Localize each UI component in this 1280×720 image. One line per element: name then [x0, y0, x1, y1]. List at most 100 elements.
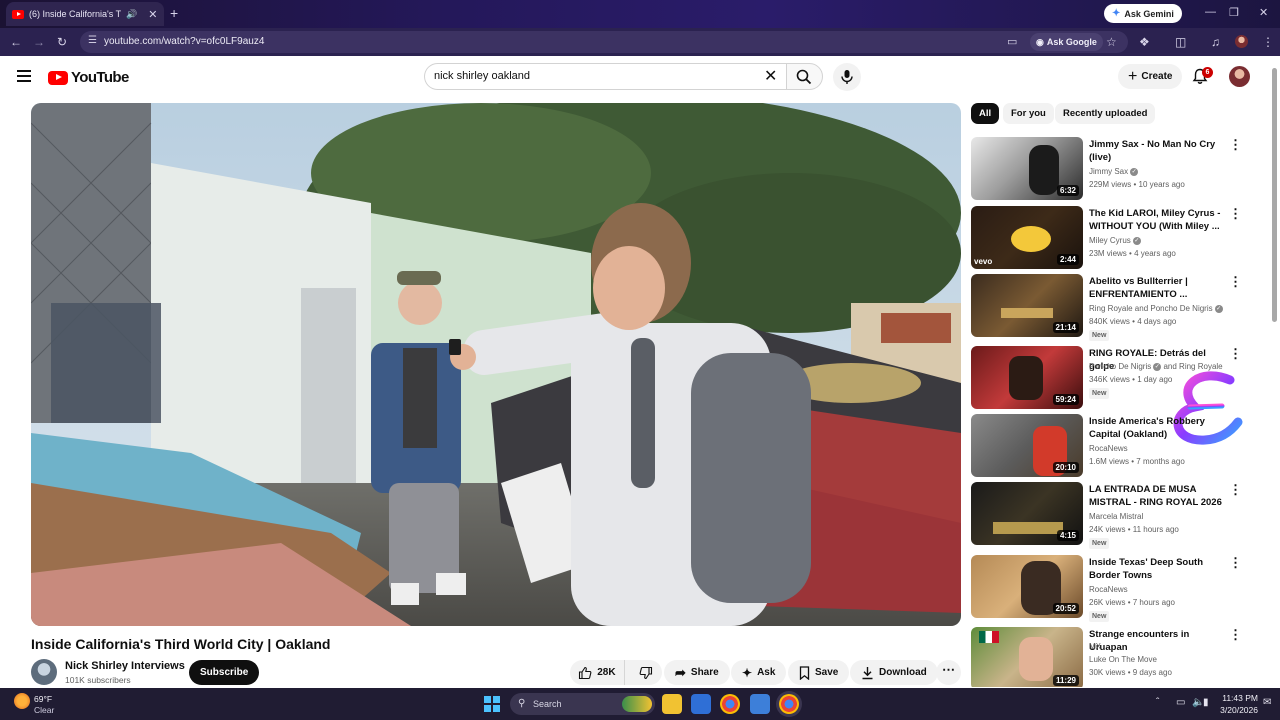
reload-icon[interactable]: ↻ — [57, 34, 67, 50]
download-button[interactable]: Download — [850, 660, 938, 685]
video-title[interactable]: Inside Texas' Deep South Border Towns — [1089, 556, 1224, 582]
dislike-button[interactable] — [630, 660, 662, 685]
ask-gemini-button[interactable]: ✦ Ask Gemini — [1104, 4, 1182, 23]
more-options-icon[interactable]: ⋮ — [1229, 628, 1242, 641]
channel-name[interactable]: Miley Cyrus ✓ — [1089, 236, 1141, 245]
chip-all[interactable]: All — [971, 103, 1000, 124]
channel-name[interactable]: Jimmy Sax ✓ — [1089, 167, 1139, 176]
channel-name[interactable]: Marcela Mistral — [1089, 512, 1143, 521]
channel-name[interactable]: Poncho De Nigris ✓ and Ring Royale — [1089, 362, 1223, 371]
profile-avatar[interactable] — [1235, 35, 1248, 48]
forward-icon[interactable]: → — [33, 34, 45, 50]
store-app-icon[interactable] — [750, 694, 770, 714]
more-options-icon[interactable]: ⋮ — [1229, 483, 1242, 496]
recommendation-item[interactable]: 59:24 RING ROYALE: Detrás del golpe Ponc… — [971, 346, 1251, 410]
voice-search-button[interactable] — [833, 63, 861, 91]
video-title[interactable]: Abelito vs Bullterrier | ENFRENTAMIENTO … — [1089, 275, 1224, 301]
video-title[interactable]: Jimmy Sax - No Man No Cry (live) — [1089, 138, 1224, 164]
recommendation-item[interactable]: vevo 2:44 The Kid LAROI, Miley Cyrus - W… — [971, 206, 1251, 270]
notification-center-icon[interactable]: ✉ — [1263, 697, 1271, 708]
more-options-icon[interactable]: ⋮ — [1229, 556, 1242, 569]
weather-temperature[interactable]: 69°F — [34, 694, 52, 704]
recommendation-item[interactable]: 21:14 Abelito vs Bullterrier | ENFRENTAM… — [971, 274, 1251, 341]
video-thumbnail[interactable]: 59:24 — [971, 346, 1083, 409]
chrome-icon[interactable] — [720, 694, 740, 714]
channel-name[interactable]: Ring Royale and Poncho De Nigris ✓ — [1089, 304, 1223, 313]
file-explorer-icon[interactable] — [662, 694, 682, 714]
video-thumbnail[interactable]: 11:29 — [971, 627, 1083, 687]
more-options-icon[interactable]: ⋮ — [1229, 207, 1242, 220]
video-thumbnail[interactable]: vevo 2:44 — [971, 206, 1083, 269]
tray-overflow-icon[interactable]: ˆ — [1156, 697, 1159, 708]
clock-date[interactable]: 3/20/2026 — [1212, 705, 1258, 715]
network-icon[interactable]: ▭ — [1176, 697, 1185, 708]
recommendation-item[interactable]: 6:32 Jimmy Sax - No Man No Cry (live) Ji… — [971, 137, 1251, 201]
chip-recently-uploaded[interactable]: Recently uploaded — [1055, 103, 1156, 124]
channel-avatar[interactable] — [31, 659, 57, 685]
video-thumbnail[interactable]: 21:14 — [971, 274, 1083, 337]
ask-button[interactable]: ✦ Ask — [731, 660, 787, 685]
video-thumbnail[interactable]: 20:10 — [971, 414, 1083, 477]
recommendation-item[interactable]: 20:52 Inside Texas' Deep South Border To… — [971, 555, 1251, 622]
speaker-icon[interactable]: 🔊 — [126, 9, 137, 20]
save-button[interactable]: Save — [788, 660, 850, 685]
channel-name[interactable]: RocaNews — [1089, 585, 1128, 594]
like-button[interactable]: 28K — [570, 660, 625, 685]
create-button[interactable]: + Create — [1118, 64, 1183, 89]
window-close-icon[interactable]: ✕ — [1259, 6, 1268, 19]
recommendation-item[interactable]: 11:29 Strange encounters in Uruapan MX L… — [971, 627, 1251, 687]
video-title[interactable]: Inside America's Robbery Capital (Oaklan… — [1089, 415, 1224, 441]
minimize-icon[interactable]: — — [1205, 6, 1216, 18]
scrollbar-thumb[interactable] — [1272, 68, 1277, 322]
clear-search-icon[interactable]: ✕ — [764, 66, 777, 86]
media-control-icon[interactable]: ♫ — [1211, 34, 1220, 50]
back-icon[interactable]: ← — [10, 34, 22, 50]
video-thumbnail[interactable]: 20:52 — [971, 555, 1083, 618]
video-thumbnail[interactable]: 6:32 — [971, 137, 1083, 200]
youtube-favicon-icon — [12, 9, 24, 19]
install-app-icon[interactable]: ▭ — [1007, 34, 1017, 50]
battery-icon[interactable]: ▮ — [1203, 697, 1209, 708]
more-options-icon[interactable]: ⋮ — [1229, 138, 1242, 151]
more-options-icon[interactable]: ⋮ — [1229, 347, 1242, 360]
weather-sun-icon[interactable] — [14, 693, 30, 709]
site-info-icon[interactable]: ☰ — [88, 35, 97, 46]
youtube-logo[interactable]: YouTube — [48, 69, 129, 86]
recommendation-item[interactable]: 4:15 LA ENTRADA DE MUSA MISTRAL - RING R… — [971, 482, 1251, 549]
video-title[interactable]: LA ENTRADA DE MUSA MISTRAL - RING ROYAL … — [1089, 483, 1224, 509]
chip-for-you[interactable]: For you — [1003, 103, 1054, 124]
browser-tab-active[interactable]: (6) Inside California's Third 🔊 ✕ — [6, 2, 164, 26]
more-options-icon[interactable]: ⋮ — [1229, 275, 1242, 288]
menu-icon[interactable] — [17, 70, 31, 82]
weather-description[interactable]: Clear — [34, 705, 54, 715]
clock-time[interactable]: 11:43 PM — [1218, 693, 1258, 703]
extensions-icon[interactable]: ❖ — [1139, 34, 1150, 50]
video-frame[interactable] — [31, 103, 961, 626]
browser-menu-icon[interactable]: ⋮ — [1262, 34, 1274, 50]
video-player[interactable] — [31, 103, 961, 626]
tab-close-icon[interactable]: ✕ — [148, 8, 157, 21]
bookmark-star-icon[interactable]: ☆ — [1106, 34, 1117, 50]
account-avatar[interactable] — [1229, 66, 1250, 87]
share-button[interactable]: ➦ Share — [664, 660, 730, 685]
subscribe-button[interactable]: Subscribe — [189, 660, 260, 685]
search-input-value[interactable]: nick shirley oakland — [434, 70, 530, 82]
chrome-active-icon[interactable] — [779, 694, 799, 714]
side-panel-icon[interactable]: ◫ — [1175, 34, 1186, 50]
search-button[interactable] — [786, 63, 823, 90]
more-actions-icon[interactable]: ⋯ — [936, 660, 961, 685]
address-url[interactable]: youtube.com/watch?v=ofc0LF9auz4 — [104, 36, 264, 47]
channel-name[interactable]: Nick Shirley Interviews — [65, 660, 185, 672]
video-title[interactable]: Strange encounters in Uruapan — [1089, 628, 1224, 654]
taskbar-search-placeholder[interactable]: Search — [533, 699, 562, 709]
channel-name[interactable]: Luke On The Move — [1089, 655, 1157, 664]
recommendation-item[interactable]: 20:10 Inside America's Robbery Capital (… — [971, 414, 1251, 478]
restore-icon[interactable]: ❐ — [1229, 6, 1239, 19]
ask-google-button[interactable]: ◉ Ask Google — [1030, 33, 1103, 51]
windows-start-icon[interactable] — [484, 696, 500, 712]
video-thumbnail[interactable]: 4:15 — [971, 482, 1083, 545]
channel-name[interactable]: RocaNews — [1089, 444, 1128, 453]
video-title[interactable]: The Kid LAROI, Miley Cyrus - WITHOUT YOU… — [1089, 207, 1224, 233]
new-tab-icon[interactable]: + — [170, 5, 178, 21]
mail-app-icon[interactable] — [691, 694, 711, 714]
